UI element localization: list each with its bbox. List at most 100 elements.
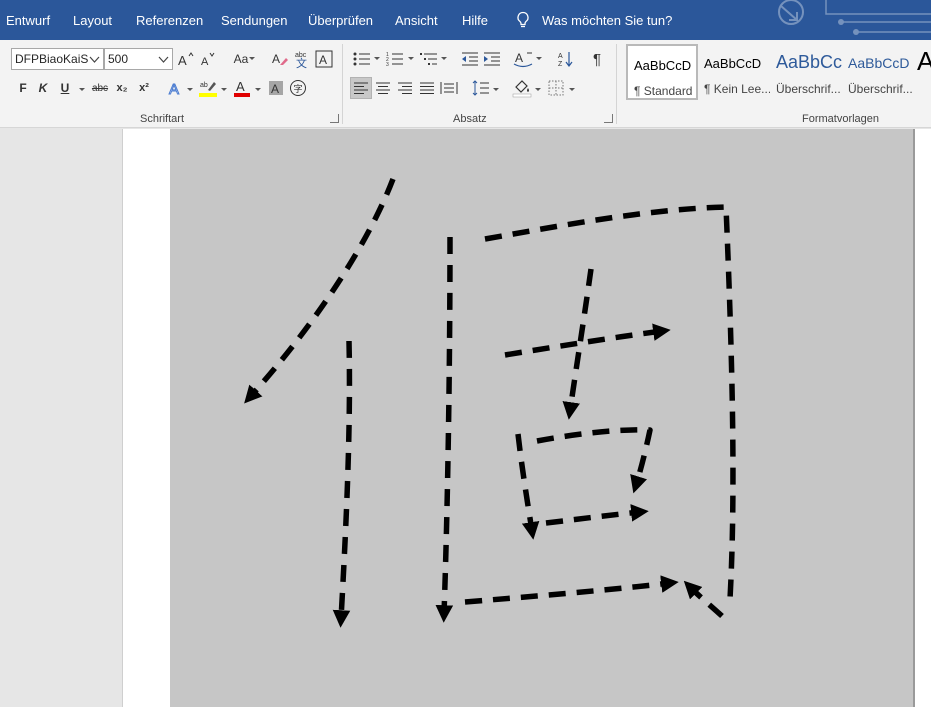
superscript-button[interactable]: x²: [133, 77, 155, 99]
caret-down-icon[interactable]: [374, 57, 380, 60]
italic-button[interactable]: K: [32, 77, 54, 99]
style-no-spacing[interactable]: AaBbCcD ¶ Kein Lee...: [698, 44, 770, 100]
style-name: ¶ Kein Lee...: [704, 82, 770, 96]
asian-layout-icon[interactable]: A: [512, 48, 534, 70]
font-size-select[interactable]: 500: [104, 48, 173, 70]
underline-button[interactable]: U: [54, 77, 76, 99]
svg-text:3: 3: [386, 62, 389, 67]
character-strokes-drawing: [244, 178, 736, 628]
style-standard[interactable]: AaBbCcD ¶ Standard: [626, 44, 698, 100]
chevron-down-icon: [158, 56, 169, 63]
svg-text:A: A: [272, 52, 280, 66]
grow-font-icon[interactable]: A: [175, 48, 197, 70]
style-name: Überschrif...: [776, 82, 841, 96]
style-preview: AaBbCcD: [634, 58, 692, 73]
svg-text:字: 字: [294, 83, 303, 94]
multilevel-list-icon[interactable]: [418, 48, 440, 70]
line-spacing-icon[interactable]: [470, 77, 492, 99]
sort-icon[interactable]: AZ: [555, 48, 577, 70]
style-heading-2[interactable]: AaBbCcD Überschrif...: [842, 44, 914, 100]
increase-indent-icon[interactable]: [481, 48, 503, 70]
caret-down-icon[interactable]: [536, 57, 542, 60]
tab-entwurf[interactable]: Entwurf: [6, 13, 50, 28]
caret-down-icon[interactable]: [408, 57, 414, 60]
stroke-11: [683, 580, 724, 619]
highlight-color-icon[interactable]: ab: [197, 77, 219, 99]
document-page[interactable]: [122, 129, 931, 707]
svg-text:A: A: [201, 56, 209, 67]
character-border-icon[interactable]: A: [313, 48, 335, 70]
shrink-font-icon[interactable]: A: [197, 48, 219, 70]
caret-down-icon[interactable]: [249, 57, 255, 60]
svg-text:ab: ab: [200, 82, 208, 89]
font-group-label: Schriftart: [140, 113, 185, 125]
styles-gallery: AaBbCcD ¶ Standard AaBbCcD ¶ Kein Lee...…: [624, 44, 931, 102]
stroke-1: [244, 178, 396, 404]
svg-text:A: A: [236, 79, 245, 94]
tab-referenzen[interactable]: Referenzen: [136, 13, 203, 28]
svg-text:A: A: [169, 81, 179, 97]
chevron-down-icon: [89, 56, 100, 63]
caret-down-icon[interactable]: [221, 88, 227, 91]
numbering-icon[interactable]: 123: [384, 48, 406, 70]
font-family-value: DFPBiaoKaiS: [15, 52, 89, 66]
bullets-icon[interactable]: [351, 48, 373, 70]
distributed-icon[interactable]: [438, 77, 460, 99]
align-left-icon[interactable]: [350, 77, 372, 99]
tab-ansicht[interactable]: Ansicht: [395, 13, 438, 28]
text-effects-icon[interactable]: A: [165, 77, 187, 99]
stroke-4: [484, 204, 736, 600]
style-name: Überschrif...: [848, 82, 913, 96]
strikethrough-button[interactable]: abc: [89, 77, 111, 99]
group-divider: [342, 44, 343, 124]
paragraph-dialog-launcher-icon[interactable]: [604, 114, 613, 123]
stroke-order-image: [170, 129, 915, 707]
svg-text:A: A: [558, 53, 563, 60]
stroke-8: [536, 427, 653, 494]
bold-button[interactable]: F: [12, 77, 34, 99]
tab-hilfe[interactable]: Hilfe: [462, 13, 488, 28]
pilcrow-icon[interactable]: ¶: [586, 48, 608, 70]
style-name: ¶ Standard: [634, 84, 693, 98]
style-heading-1[interactable]: AaBbCc Überschrif...: [770, 44, 842, 100]
stroke-3: [435, 236, 454, 623]
svg-text:A: A: [178, 53, 187, 67]
caret-down-icon[interactable]: [493, 88, 499, 91]
lightbulb-icon[interactable]: [515, 11, 531, 29]
justify-icon[interactable]: [416, 77, 438, 99]
caret-down-icon[interactable]: [79, 88, 85, 91]
tab-sendungen[interactable]: Sendungen: [221, 13, 288, 28]
caret-down-icon[interactable]: [441, 57, 447, 60]
font-color-icon[interactable]: A: [231, 77, 253, 99]
tab-ueberpruefen[interactable]: Überprüfen: [308, 13, 373, 28]
tab-layout[interactable]: Layout: [73, 13, 112, 28]
enclose-characters-icon[interactable]: 字: [287, 77, 309, 99]
stroke-7: [515, 433, 540, 540]
font-family-select[interactable]: DFPBiaoKaiS: [11, 48, 104, 70]
style-preview: AaBbCc: [776, 52, 842, 72]
caret-down-icon[interactable]: [187, 88, 193, 91]
style-title[interactable]: A: [914, 44, 931, 100]
group-divider: [616, 44, 617, 124]
paragraph-shading-icon[interactable]: [511, 77, 533, 99]
style-preview: AaBbCcD: [704, 56, 762, 71]
caret-down-icon[interactable]: [255, 88, 261, 91]
caret-down-icon[interactable]: [569, 88, 575, 91]
decrease-indent-icon[interactable]: [459, 48, 481, 70]
stroke-9: [545, 504, 649, 526]
circuit-decoration: [778, 0, 931, 35]
phonetic-guide-icon[interactable]: abc 文: [291, 48, 313, 70]
change-case-label: Aa: [233, 52, 249, 66]
caret-down-icon[interactable]: [535, 88, 541, 91]
svg-text:A: A: [271, 82, 279, 96]
align-center-icon[interactable]: [372, 77, 394, 99]
font-dialog-launcher-icon[interactable]: [330, 114, 339, 123]
character-shading-icon[interactable]: A: [265, 77, 287, 99]
tell-me-search[interactable]: Was möchten Sie tun?: [542, 13, 672, 28]
menu-bar: Entwurf Layout Referenzen Sendungen Über…: [0, 0, 931, 40]
borders-icon[interactable]: [545, 77, 567, 99]
subscript-button[interactable]: x₂: [111, 77, 133, 99]
svg-text:A: A: [319, 53, 327, 67]
align-right-icon[interactable]: [394, 77, 416, 99]
clear-formatting-icon[interactable]: A: [269, 48, 291, 70]
